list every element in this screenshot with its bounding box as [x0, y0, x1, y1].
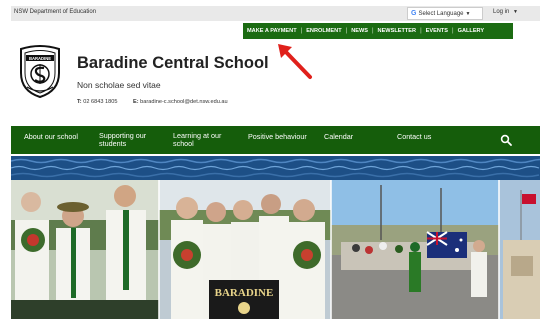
school-motto: Non scholae sed vitae: [77, 80, 161, 90]
contact-line: T: 02 6843 1805 E: baradine-c.school@det…: [77, 99, 228, 105]
nav-supporting-our-students[interactable]: Supporting our students: [99, 132, 157, 148]
banner-photo-collage: BARADINE: [11, 180, 540, 319]
phone-number[interactable]: 02 6843 1805: [83, 99, 117, 105]
photo-students-wreaths: [11, 180, 159, 319]
quicklink-newsletter[interactable]: NEWSLETTER: [374, 28, 421, 34]
school-crest-logo[interactable]: BARADINE: [17, 43, 63, 99]
banner-sign-text: BARADINE: [215, 287, 274, 299]
nav-contact-us[interactable]: Contact us: [397, 133, 447, 141]
quicklink-events[interactable]: EVENTS: [422, 28, 452, 34]
photo-students-banner: BARADINE: [159, 180, 331, 319]
nav-calendar[interactable]: Calendar: [324, 133, 364, 141]
photo-street-march: [331, 180, 499, 319]
quicklink-gallery[interactable]: GALLERY: [454, 28, 489, 34]
main-navigation: About our school Supporting our students…: [11, 126, 540, 154]
login-label: Log in: [493, 9, 510, 15]
school-name: Baradine Central School: [77, 54, 269, 72]
email-address[interactable]: baradine-c.school@det.nsw.edu.au: [140, 99, 227, 105]
quicklink-make-a-payment[interactable]: MAKE A PAYMENT: [243, 28, 301, 34]
google-icon: G: [411, 10, 417, 17]
quicklink-news[interactable]: NEWS: [347, 28, 372, 34]
logo-text: BARADINE: [29, 56, 51, 61]
nav-positive-behaviour[interactable]: Positive behaviour: [248, 133, 318, 141]
nav-learning-at-our-school[interactable]: Learning at our school: [173, 132, 231, 148]
quick-links-bar: MAKE A PAYMENT | ENROLMENT | NEWS | NEWS…: [243, 23, 513, 39]
chevron-down-icon: ▼: [513, 9, 518, 15]
quicklink-enrolment[interactable]: ENROLMENT: [302, 28, 345, 34]
phone-label: T:: [77, 99, 82, 105]
nav-about-our-school[interactable]: About our school: [24, 133, 94, 141]
language-label: Select Language: [418, 10, 464, 17]
language-selector[interactable]: G Select Language ▼: [407, 7, 483, 20]
chevron-down-icon: ▼: [465, 10, 471, 17]
login-button[interactable]: Log in ▼: [493, 9, 518, 15]
red-arrow-icon: [278, 44, 312, 79]
department-label: NSW Department of Education: [14, 9, 97, 15]
photo-memorial: [499, 180, 540, 319]
email-label: E:: [133, 99, 139, 105]
search-icon[interactable]: [500, 134, 512, 146]
utility-bar: NSW Department of Education G Select Lan…: [11, 6, 540, 21]
banner-water-texture: [11, 156, 540, 180]
